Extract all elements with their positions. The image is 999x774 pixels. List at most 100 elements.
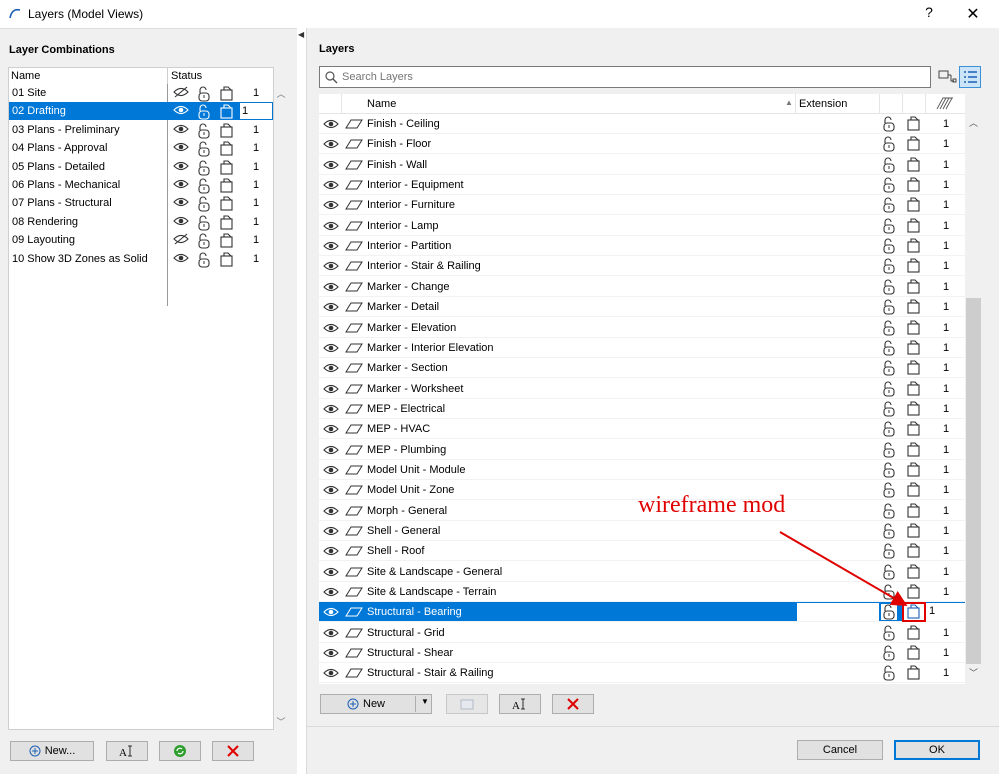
lock-icon[interactable] xyxy=(881,258,897,274)
layer-row[interactable]: MEP - Plumbing 1 xyxy=(319,440,965,460)
layer-row[interactable]: Marker - Interior Elevation 1 xyxy=(319,338,965,358)
wireframe-icon[interactable] xyxy=(219,233,233,248)
lock-icon[interactable] xyxy=(881,320,897,336)
combo-row[interactable]: 08 Rendering 1 xyxy=(9,213,273,231)
lock-icon[interactable] xyxy=(196,252,210,268)
wireframe-icon[interactable] xyxy=(219,252,233,267)
lock-icon[interactable] xyxy=(881,157,897,173)
lock-icon[interactable] xyxy=(881,645,897,661)
combo-scroll-up[interactable]: ︿ xyxy=(274,87,288,99)
wireframe-icon[interactable] xyxy=(906,442,922,458)
lock-icon[interactable] xyxy=(881,299,897,315)
eye-icon[interactable] xyxy=(323,342,339,354)
combo-column-status[interactable]: Status xyxy=(171,70,202,82)
scroll-down-icon[interactable]: ﹀ xyxy=(965,666,982,680)
eye-hidden-icon[interactable] xyxy=(173,86,189,100)
wireframe-icon[interactable] xyxy=(906,665,922,681)
wireframe-icon[interactable] xyxy=(906,238,922,254)
eye-icon[interactable] xyxy=(323,566,339,578)
lock-icon[interactable] xyxy=(196,233,210,249)
layer-row[interactable]: Interior - Stair & Railing 1 xyxy=(319,256,965,277)
eye-icon[interactable] xyxy=(323,179,339,191)
search-box[interactable] xyxy=(319,66,931,88)
tree-view-button[interactable] xyxy=(936,66,958,88)
layers-scrollbar[interactable]: ︿ ﹀ xyxy=(965,114,982,684)
combo-row[interactable]: 02 Drafting 1 xyxy=(9,102,273,121)
search-input[interactable] xyxy=(342,69,922,85)
lock-icon[interactable] xyxy=(881,503,897,519)
combo-row[interactable]: 09 Layouting 1 xyxy=(9,231,273,249)
layer-row[interactable]: Marker - Change 1 xyxy=(319,277,965,297)
combo-row[interactable]: 07 Plans - Structural 1 xyxy=(9,194,273,212)
lock-icon[interactable] xyxy=(196,123,210,139)
eye-icon[interactable] xyxy=(323,545,339,557)
lock-icon[interactable] xyxy=(881,116,897,132)
layer-row[interactable]: Interior - Equipment 1 xyxy=(319,175,965,196)
eye-icon[interactable] xyxy=(323,240,339,252)
collapse-panel-arrow[interactable]: ◀ xyxy=(298,30,304,39)
scroll-thumb[interactable] xyxy=(966,298,981,664)
lock-icon[interactable] xyxy=(881,177,897,193)
wireframe-icon[interactable] xyxy=(906,136,922,152)
wireframe-icon[interactable] xyxy=(906,421,922,437)
layer-row[interactable]: Marker - Elevation 1 xyxy=(319,318,965,338)
eye-icon[interactable] xyxy=(323,383,339,395)
wireframe-icon[interactable] xyxy=(906,157,922,173)
layer-row[interactable]: Finish - Wall 1 xyxy=(319,155,965,175)
lock-icon[interactable] xyxy=(881,340,897,356)
wireframe-icon[interactable] xyxy=(906,380,922,397)
wireframe-icon[interactable] xyxy=(219,215,233,230)
eye-icon[interactable] xyxy=(323,199,339,211)
layer-row[interactable]: Structural - Stair & Railing 1 xyxy=(319,663,965,684)
eye-icon[interactable] xyxy=(323,159,339,171)
wireframe-icon[interactable] xyxy=(906,482,922,498)
layer-intersection-field[interactable]: 1 xyxy=(925,603,965,622)
lock-icon[interactable] xyxy=(881,625,897,641)
eye-icon[interactable] xyxy=(323,444,339,456)
lock-icon[interactable] xyxy=(881,218,897,234)
lock-icon[interactable] xyxy=(196,86,210,102)
wireframe-icon[interactable] xyxy=(906,116,922,132)
eye-icon[interactable] xyxy=(173,178,189,192)
lock-icon[interactable] xyxy=(196,178,210,194)
eye-icon[interactable] xyxy=(173,215,189,229)
combo-row[interactable]: 06 Plans - Mechanical 1 xyxy=(9,176,273,194)
eye-icon[interactable] xyxy=(323,627,339,639)
rename-combination-button[interactable]: A xyxy=(106,741,148,761)
eye-icon[interactable] xyxy=(323,464,339,476)
eye-icon[interactable] xyxy=(173,123,189,137)
eye-icon[interactable] xyxy=(323,647,339,659)
lock-icon[interactable] xyxy=(881,401,897,417)
lock-icon[interactable] xyxy=(196,196,210,212)
combo-intersection-field[interactable]: 1 xyxy=(239,102,273,121)
eye-icon[interactable] xyxy=(173,252,189,266)
lock-icon[interactable] xyxy=(881,442,897,458)
eye-icon[interactable] xyxy=(323,525,339,537)
layer-combinations-list[interactable]: Name Status 01 Site 1 02 Drafting 1 03 Plans… xyxy=(8,67,274,730)
lock-icon[interactable] xyxy=(881,462,897,478)
eye-icon[interactable] xyxy=(323,362,339,374)
new-layer-button[interactable]: New ▼ xyxy=(320,694,432,714)
wireframe-icon[interactable] xyxy=(219,123,233,138)
wireframe-icon[interactable] xyxy=(906,218,922,234)
combo-row[interactable]: 04 Plans - Approval 1 xyxy=(9,139,273,157)
wireframe-icon[interactable] xyxy=(906,645,922,661)
eye-icon[interactable] xyxy=(323,505,339,517)
delete-layer-button[interactable] xyxy=(552,694,594,714)
layer-row[interactable]: Marker - Detail 1 xyxy=(319,297,965,318)
layer-row[interactable]: Model Unit - Module 1 xyxy=(319,460,965,480)
eye-icon[interactable] xyxy=(323,403,339,415)
wireframe-icon[interactable] xyxy=(219,141,233,156)
combo-row[interactable]: 03 Plans - Preliminary 1 xyxy=(9,121,273,139)
eye-icon[interactable] xyxy=(173,160,189,174)
wireframe-icon[interactable] xyxy=(906,360,922,376)
delete-combination-button[interactable] xyxy=(212,741,254,761)
new-folder-button[interactable] xyxy=(446,694,488,714)
wireframe-icon[interactable] xyxy=(906,340,922,356)
layer-row[interactable]: Interior - Partition 1 xyxy=(319,236,965,257)
combo-row[interactable]: 05 Plans - Detailed 1 xyxy=(9,158,273,176)
layer-row[interactable]: Structural - Shear 1 xyxy=(319,643,965,664)
lock-icon[interactable] xyxy=(881,421,897,437)
eye-icon[interactable] xyxy=(323,484,339,496)
lock-icon[interactable] xyxy=(881,665,897,681)
